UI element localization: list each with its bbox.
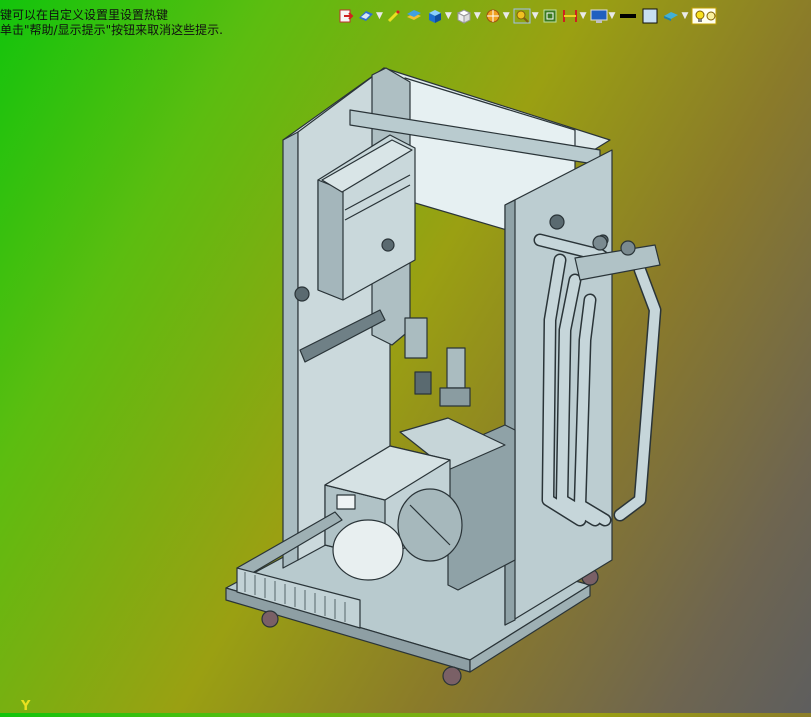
measure-icon xyxy=(561,8,579,24)
chevron-down-icon: ▼ xyxy=(376,11,383,21)
save-icon xyxy=(338,8,354,24)
pencil-icon xyxy=(386,8,402,24)
hint-text: 键可以在自定义设置里设置热键 单击"帮助/显示提示"按钮来取消这些提示. xyxy=(0,8,223,38)
machine-3d-model xyxy=(225,67,662,686)
hint-line-2: 单击"帮助/显示提示"按钮来取消这些提示. xyxy=(0,23,223,37)
view-orientation-button[interactable]: ▼ xyxy=(357,6,383,26)
color-button[interactable] xyxy=(641,6,659,26)
color-swatch-icon xyxy=(641,8,659,24)
chevron-down-icon: ▼ xyxy=(579,11,587,21)
line-style-button[interactable] xyxy=(618,6,638,26)
section-view-icon xyxy=(484,8,502,24)
line-style-icon xyxy=(618,8,638,24)
layer-icon xyxy=(405,8,423,24)
axis-triad-label: Y xyxy=(21,699,31,714)
sketch-button[interactable] xyxy=(386,6,402,26)
solid-display-button[interactable]: ▼ xyxy=(426,6,452,26)
hint-line-1: 键可以在自定义设置里设置热键 xyxy=(0,8,169,22)
solid-cube-icon xyxy=(426,8,444,24)
display-monitor-icon xyxy=(590,8,608,24)
material-icon xyxy=(662,8,680,24)
fit-view-button[interactable] xyxy=(542,6,558,26)
chevron-down-icon: ▼ xyxy=(444,11,452,21)
zoom-button[interactable]: ▼ xyxy=(513,6,539,26)
wireframe-display-button[interactable]: ▼ xyxy=(455,6,481,26)
view-orientation-icon xyxy=(357,8,375,24)
light-button[interactable] xyxy=(691,6,717,26)
cad-viewport[interactable] xyxy=(0,0,811,713)
save-button[interactable] xyxy=(338,6,354,26)
material-button[interactable]: ▼ xyxy=(662,6,688,26)
wireframe-cube-icon xyxy=(455,8,473,24)
measure-button[interactable]: ▼ xyxy=(561,6,587,26)
section-view-button[interactable]: ▼ xyxy=(484,6,510,26)
layer-button[interactable] xyxy=(405,6,423,26)
view-toolbar: ▼ ▼ ▼ ▼ ▼ ▼ ▼ ▼ xyxy=(338,5,717,27)
fit-view-icon xyxy=(542,8,558,24)
chevron-down-icon: ▼ xyxy=(473,11,481,21)
chevron-down-icon: ▼ xyxy=(531,11,539,21)
light-bulb-icon xyxy=(691,7,717,25)
zoom-icon xyxy=(513,8,531,24)
chevron-down-icon: ▼ xyxy=(502,11,510,21)
display-settings-button[interactable]: ▼ xyxy=(590,6,616,26)
chevron-down-icon: ▼ xyxy=(681,11,689,21)
chevron-down-icon: ▼ xyxy=(608,11,616,21)
